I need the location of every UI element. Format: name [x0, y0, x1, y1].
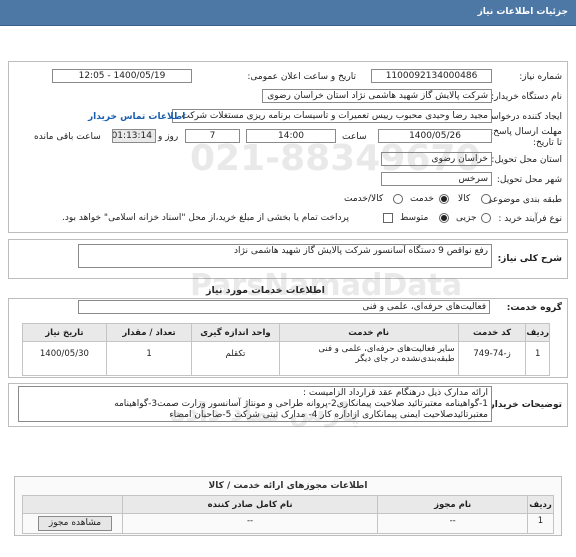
table-row: 1 ز-74-749 سایر فعالیت‌های حرفه‌ای، علمی… [22, 341, 550, 376]
cell-qty: 1 [105, 341, 193, 376]
summary-field: رفع نواقص 9 دستگاه آسانسور شرکت پالایش گ… [78, 244, 492, 268]
permit-cell-issuer: -- [121, 513, 379, 534]
days-label: روز و [158, 132, 179, 142]
process-option-minor: جزیی [456, 213, 477, 223]
buyer-label: نام دستگاه خریدار: [491, 92, 562, 102]
creator-field: مجید رضا وحیدی محبوب رییس تعمیرات و تاسی… [172, 109, 492, 123]
page-title: جزئیات اطلاعات نیاز [477, 7, 568, 17]
cell-row: 1 [525, 341, 550, 376]
permit-col-issuer: نام کامل صادر کننده [121, 495, 379, 514]
remaining-label: ساعت باقی مانده [34, 132, 101, 142]
buyer-notes-line-1: ارائه مدارک ذیل درهنگام عقد قرارداد الزا… [302, 388, 488, 398]
province-field: خراسان رضوی [381, 152, 492, 166]
city-label: شهر محل تحویل: [496, 175, 562, 185]
permit-col-action [22, 495, 123, 514]
announce-field: 1400/05/19 - 12:05 [52, 69, 192, 83]
days-field: 7 [185, 129, 240, 143]
category-label: طبقه بندی موضوعی: [482, 195, 562, 205]
treasury-payment-checkbox[interactable] [383, 213, 393, 223]
hour-label: ساعت [342, 132, 367, 142]
province-label: استان محل تحویل: [491, 155, 562, 165]
permit-cell-row: 1 [527, 513, 554, 534]
category-radio-goods[interactable] [481, 194, 491, 204]
deadline-time-field: 14:00 [246, 129, 336, 143]
services-table: ردیف کد خدمت نام خدمت واحد اندازه گیری ت… [22, 323, 550, 376]
view-permit-button[interactable]: مشاهده مجوز [38, 516, 112, 531]
cell-code: ز-74-749 [457, 341, 527, 376]
remaining-time-field: 01:13:14 [112, 129, 156, 143]
category-radio-service[interactable] [439, 194, 449, 204]
process-option-medium: متوسط [400, 213, 429, 223]
contact-buyer-link[interactable]: اطلاعات تماس خریدار [88, 112, 185, 122]
category-option-service: خدمت [410, 194, 434, 204]
permit-col-row: ردیف [527, 495, 554, 514]
cell-date: 1400/05/30 [22, 341, 107, 376]
need-number-label: شماره نیاز: [519, 72, 562, 82]
permit-col-name: نام مجوز [377, 495, 529, 514]
page-header: جزئیات اطلاعات نیاز [0, 0, 576, 26]
buyer-notes-line-3: معتبرتائیدصلاحیت ایمنی پیمانکاری ازاداره… [169, 410, 488, 420]
buyer-field: شرکت پالایش گاز شهید هاشمی نژاد استان خر… [262, 89, 492, 103]
buyer-notes-line-2: 1-گواهینامه معتبرتائید صلاحیت پیمانکاری2… [114, 399, 488, 409]
permit-cell-name: -- [377, 513, 529, 534]
services-section-title: اطلاعات خدمات مورد نیاز [206, 285, 325, 296]
col-row: ردیف [525, 323, 550, 342]
treasury-payment-text: پرداخت تمام یا بخشی از مبلغ خرید،از محل … [62, 213, 350, 223]
cell-name: سایر فعالیت‌های حرفه‌ای، علمی و فنی طبقه… [278, 341, 459, 376]
col-unit: واحد اندازه گیری [191, 323, 280, 342]
col-qty: تعداد / مقدار [105, 323, 193, 342]
col-date: تاریخ نیاز [22, 323, 107, 342]
process-radio-medium[interactable] [439, 213, 449, 223]
process-radio-minor[interactable] [481, 213, 491, 223]
category-radio-goods-service[interactable] [393, 194, 403, 204]
deadline-label: مهلت ارسال پاسخ: تا تاریخ: [490, 127, 562, 148]
category-option-goods-service: کالا/خدمت [344, 194, 384, 204]
service-group-field: فعالیت‌های حرفه‌ای، علمی و فنی [78, 300, 490, 314]
process-label: نوع فرآیند خرید : [498, 214, 562, 224]
permits-title: اطلاعات مجوزهای ارائه خدمت / کالا [208, 481, 368, 491]
need-number-field: 1100092134000486 [371, 69, 492, 83]
buyer-notes-field: ارائه مدارک ذیل درهنگام عقد قرارداد الزا… [18, 386, 492, 422]
buyer-notes-label: توضیحات خریدار: [486, 400, 562, 410]
announce-label: تاریخ و ساعت اعلان عمومی: [247, 72, 356, 82]
summary-label: شرح کلی نیاز: [497, 254, 562, 264]
service-group-label: گروه خدمت: [506, 303, 562, 313]
col-code: کد خدمت [457, 323, 527, 342]
deadline-date-field: 1400/05/26 [378, 129, 492, 143]
col-name: نام خدمت [278, 323, 459, 342]
city-field: سرخس [381, 172, 492, 186]
category-option-goods: کالا [458, 194, 471, 204]
cell-unit: تکقلم [191, 341, 280, 376]
